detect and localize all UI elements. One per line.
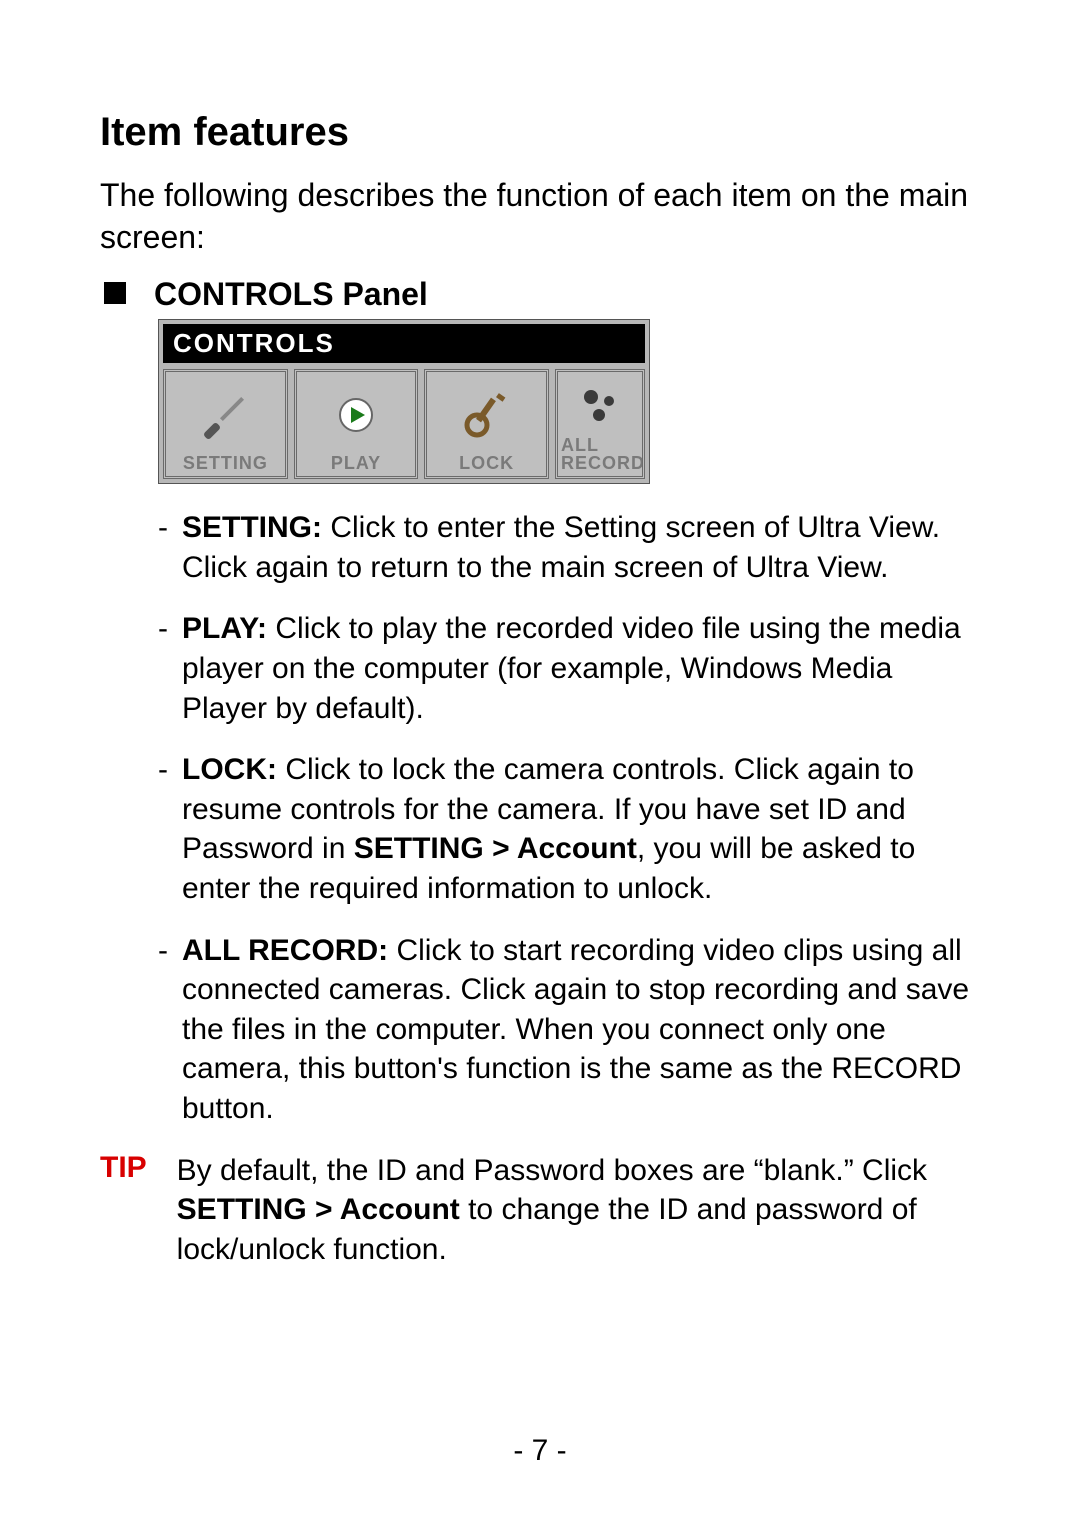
dash-icon: - [158, 750, 168, 908]
dash-icon: - [158, 508, 168, 587]
controls-title: CONTROLS [159, 320, 649, 363]
tip-body: By default, the ID and Password boxes ar… [177, 1151, 980, 1270]
play-icon [299, 376, 414, 454]
key-icon [429, 376, 544, 454]
dash-icon: - [158, 931, 168, 1129]
controls-lock-label: LOCK [459, 454, 514, 472]
controls-play-button[interactable]: PLAY [294, 369, 419, 479]
intro-text: The following describes the function of … [100, 175, 980, 258]
controls-play-label: PLAY [331, 454, 381, 472]
tip-row: TIP By default, the ID and Password boxe… [100, 1151, 980, 1270]
desc-play-text: Click to play the recorded video file us… [182, 612, 961, 724]
desc-allrecord: - ALL RECORD: Click to start recording v… [158, 931, 980, 1129]
description-list: - SETTING: Click to enter the Setting sc… [158, 508, 980, 1128]
desc-lock: - LOCK: Click to lock the camera control… [158, 750, 980, 908]
desc-play: - PLAY: Click to play the recorded video… [158, 609, 980, 728]
dash-icon: - [158, 609, 168, 728]
desc-setting: - SETTING: Click to enter the Setting sc… [158, 508, 980, 587]
desc-allrecord-body: ALL RECORD: Click to start recording vid… [182, 931, 980, 1129]
tip-pre: By default, the ID and Password boxes ar… [177, 1154, 927, 1187]
desc-lock-term: LOCK: [182, 753, 277, 786]
record-dots-icon [560, 376, 640, 436]
document-page: Item features The following describes th… [0, 0, 1080, 1528]
controls-panel-graphic: CONTROLS SETTING PLAY [158, 319, 650, 484]
desc-setting-term: SETTING: [182, 511, 322, 544]
page-number: - 7 - [0, 1434, 1080, 1468]
controls-setting-label: SETTING [183, 454, 268, 472]
square-bullet-icon [104, 282, 126, 304]
desc-play-term: PLAY: [182, 612, 267, 645]
controls-setting-button[interactable]: SETTING [163, 369, 288, 479]
bullet-controls-panel: CONTROLS Panel [100, 276, 980, 313]
controls-panel-label: CONTROLS Panel [154, 276, 428, 313]
desc-lock-bold: SETTING > Account [354, 832, 637, 865]
heading-item-features: Item features [100, 110, 980, 155]
desc-lock-body: LOCK: Click to lock the camera controls.… [182, 750, 980, 908]
desc-allrecord-term: ALL RECORD: [182, 934, 388, 967]
controls-all-record-button[interactable]: ALL RECORD [555, 369, 645, 479]
tip-bold: SETTING > Account [177, 1193, 460, 1226]
controls-all-record-label: ALL RECORD [559, 436, 641, 472]
screwdriver-icon [168, 376, 283, 454]
desc-play-body: PLAY: Click to play the recorded video f… [182, 609, 980, 728]
controls-icon-row: SETTING PLAY [159, 363, 649, 483]
controls-lock-button[interactable]: LOCK [424, 369, 549, 479]
desc-setting-body: SETTING: Click to enter the Setting scre… [182, 508, 980, 587]
tip-label: TIP [100, 1151, 147, 1270]
